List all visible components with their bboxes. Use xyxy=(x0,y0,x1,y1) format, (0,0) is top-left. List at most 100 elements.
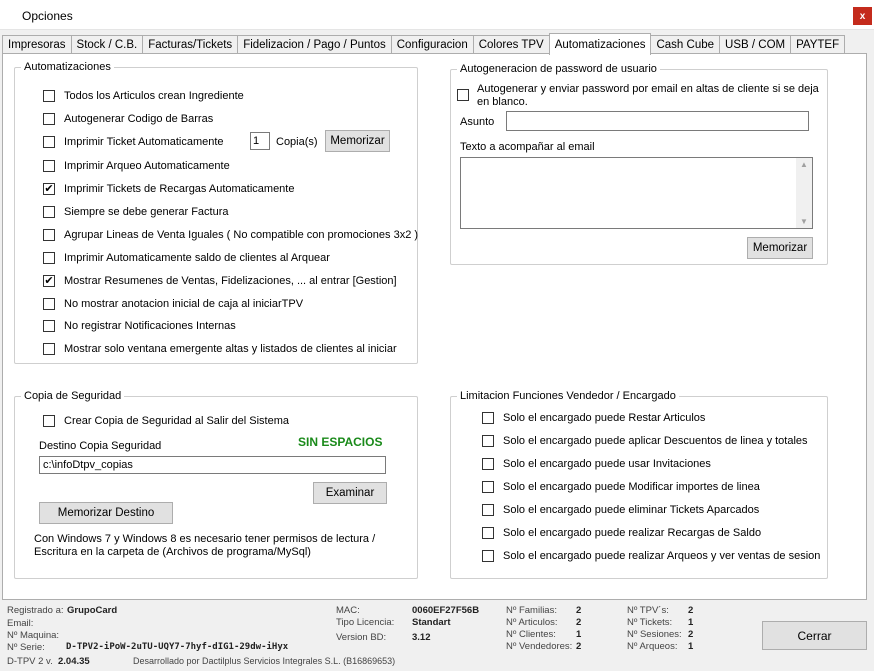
license-value: Standart xyxy=(412,617,451,628)
limit-option[interactable]: Solo el encargado puede aplicar Descuent… xyxy=(482,435,808,447)
auto-option-label: Autogenerar Codigo de Barras xyxy=(64,113,214,125)
auto-option-checkbox[interactable] xyxy=(43,113,55,125)
automatizaciones-legend: Automatizaciones xyxy=(24,61,111,73)
auto-option-checkbox[interactable] xyxy=(43,136,55,148)
auto-password-option[interactable] xyxy=(457,89,478,101)
memorize-destination-button[interactable]: Memorizar Destino xyxy=(39,502,173,524)
auto-option-checkbox[interactable] xyxy=(43,252,55,264)
auto-option-checkbox[interactable] xyxy=(43,206,55,218)
clients-value: 1 xyxy=(576,629,582,640)
tab-paytef[interactable]: PAYTEF xyxy=(790,35,846,54)
scroll-down-icon[interactable]: ▼ xyxy=(796,217,812,226)
limit-option-checkbox[interactable] xyxy=(482,527,494,539)
auto-option-label: Mostrar solo ventana emergente altas y l… xyxy=(64,343,397,355)
browse-button[interactable]: Examinar xyxy=(313,482,387,504)
tickets-label: Nº Tickets: xyxy=(627,617,673,628)
limit-option[interactable]: Solo el encargado puede eliminar Tickets… xyxy=(482,504,759,516)
mac-value: 0060EF27F56B xyxy=(412,605,480,616)
tab-facturas-tickets[interactable]: Facturas/Tickets xyxy=(142,35,239,54)
limit-option-checkbox[interactable] xyxy=(482,550,494,562)
close-window-button[interactable]: x xyxy=(853,7,872,25)
seller-limits-legend: Limitacion Funciones Vendedor / Encargad… xyxy=(460,390,676,402)
limit-option-checkbox[interactable] xyxy=(482,458,494,470)
subject-input[interactable] xyxy=(506,111,809,131)
limit-option-label: Solo el encargado puede Modificar import… xyxy=(503,481,760,493)
create-backup-option[interactable]: Crear Copia de Seguridad al Salir del Si… xyxy=(43,415,289,427)
auto-option-checkbox[interactable]: ✔ xyxy=(43,183,55,195)
password-legend: Autogeneracion de password de usuario xyxy=(460,63,657,75)
auto-password-checkbox[interactable] xyxy=(457,89,469,101)
auto-option[interactable]: Imprimir Arqueo Automaticamente xyxy=(43,160,230,172)
auto-option-label: Imprimir Automaticamente saldo de client… xyxy=(64,252,330,264)
create-backup-checkbox[interactable] xyxy=(43,415,55,427)
limit-option[interactable]: Solo el encargado puede Modificar import… xyxy=(482,481,760,493)
backup-destination-label: Destino Copia Seguridad xyxy=(39,440,162,452)
tab-automatizaciones[interactable]: Automatizaciones xyxy=(548,33,652,55)
auto-option[interactable]: ✔ Mostrar Resumenes de Ventas, Fidelizaci… xyxy=(43,275,397,287)
backup-destination-input[interactable]: c:\infoDtpv_copias xyxy=(39,456,386,474)
limit-option-checkbox[interactable] xyxy=(482,412,494,424)
window-title: Opciones xyxy=(22,9,73,23)
auto-option[interactable]: Imprimir Ticket Automaticamente xyxy=(43,136,224,148)
tpvs-label: Nº TPV´s: xyxy=(627,605,669,616)
tab-impresoras[interactable]: Impresoras xyxy=(2,35,72,54)
limit-option[interactable]: Solo el encargado puede realizar Arqueos… xyxy=(482,550,820,562)
limit-option[interactable]: Solo el encargado puede usar Invitacione… xyxy=(482,458,711,470)
limit-option-checkbox[interactable] xyxy=(482,481,494,493)
email-text-area[interactable] xyxy=(460,157,813,229)
auto-option[interactable]: Agrupar Lineas de Venta Iguales ( No com… xyxy=(43,229,418,241)
families-label: Nº Familias: xyxy=(506,605,557,616)
memorize-copies-button[interactable]: Memorizar xyxy=(325,130,390,152)
limit-option[interactable]: Solo el encargado puede realizar Recarga… xyxy=(482,527,761,539)
auto-option-label: Mostrar Resumenes de Ventas, Fidelizacio… xyxy=(64,275,397,287)
email-text-scrollbar[interactable]: ▲ ▼ xyxy=(796,158,812,228)
auto-option-checkbox[interactable] xyxy=(43,298,55,310)
auto-option[interactable]: Todos los Articulos crean Ingrediente xyxy=(43,90,244,102)
limit-option-label: Solo el encargado puede realizar Arqueos… xyxy=(503,550,821,562)
auto-option-checkbox[interactable]: ✔ xyxy=(43,275,55,287)
auto-option-label: No registrar Notificaciones Internas xyxy=(64,320,236,332)
auto-option[interactable]: Autogenerar Codigo de Barras xyxy=(43,113,213,125)
auto-option[interactable]: Siempre se debe generar Factura xyxy=(43,206,228,218)
version-value: 2.04.35 xyxy=(58,656,90,667)
tab-fidelizacion-pago-puntos[interactable]: Fidelizacion / Pago / Puntos xyxy=(237,35,392,54)
limit-option-label: Solo el encargado puede Restar Articulos xyxy=(503,412,706,424)
license-label: Tipo Licencia: xyxy=(336,617,395,628)
copies-input[interactable]: 1 xyxy=(250,132,270,150)
arqueos-label: Nº Arqueos: xyxy=(627,641,678,652)
dbversion-value: 3.12 xyxy=(412,632,431,643)
machine-label: Nº Maquina: xyxy=(7,630,60,641)
arqueos-value: 1 xyxy=(688,641,694,652)
auto-option-label: Agrupar Lineas de Venta Iguales ( No com… xyxy=(64,229,419,241)
auto-option[interactable]: Imprimir Automaticamente saldo de client… xyxy=(43,252,330,264)
limit-option-checkbox[interactable] xyxy=(482,504,494,516)
tab-stock-c-b[interactable]: Stock / C.B. xyxy=(70,35,144,54)
auto-option[interactable]: No registrar Notificaciones Internas xyxy=(43,320,236,332)
no-spaces-warning: SIN ESPACIOS xyxy=(298,435,383,449)
auto-option-checkbox[interactable] xyxy=(43,320,55,332)
tab-usb-com[interactable]: USB / COM xyxy=(719,35,792,54)
auto-option-checkbox[interactable] xyxy=(43,229,55,241)
close-button[interactable]: Cerrar xyxy=(762,621,867,650)
auto-option[interactable]: ✔ Imprimir Tickets de Recargas Automatica… xyxy=(43,183,294,195)
sessions-value: 2 xyxy=(688,629,694,640)
permissions-note-line1: Con Windows 7 y Windows 8 es necesario t… xyxy=(34,533,376,545)
tab-configuracion[interactable]: Configuracion xyxy=(390,35,474,54)
memorize-password-button[interactable]: Memorizar xyxy=(747,237,813,259)
limit-option[interactable]: Solo el encargado puede Restar Articulos xyxy=(482,412,705,424)
sessions-label: Nº Sesiones: xyxy=(627,629,682,640)
sellers-value: 2 xyxy=(576,641,582,652)
limit-option-label: Solo el encargado puede realizar Recarga… xyxy=(503,527,762,539)
auto-option[interactable]: Mostrar solo ventana emergente altas y l… xyxy=(43,343,397,355)
tab-strip: Impresoras Stock / C.B. Facturas/Tickets Fi… xyxy=(2,33,846,55)
auto-option-checkbox[interactable] xyxy=(43,343,55,355)
tpvs-value: 2 xyxy=(688,605,694,616)
auto-option-checkbox[interactable] xyxy=(43,160,55,172)
tab-colores-tpv[interactable]: Colores TPV xyxy=(472,35,550,54)
auto-option[interactable]: No mostrar anotacion inicial de caja al … xyxy=(43,298,303,310)
tab-cash-cube[interactable]: Cash Cube xyxy=(650,35,721,54)
limit-option-label: Solo el encargado puede usar Invitacione… xyxy=(503,458,711,470)
auto-option-checkbox[interactable] xyxy=(43,90,55,102)
limit-option-checkbox[interactable] xyxy=(482,435,494,447)
scroll-up-icon[interactable]: ▲ xyxy=(796,160,812,169)
